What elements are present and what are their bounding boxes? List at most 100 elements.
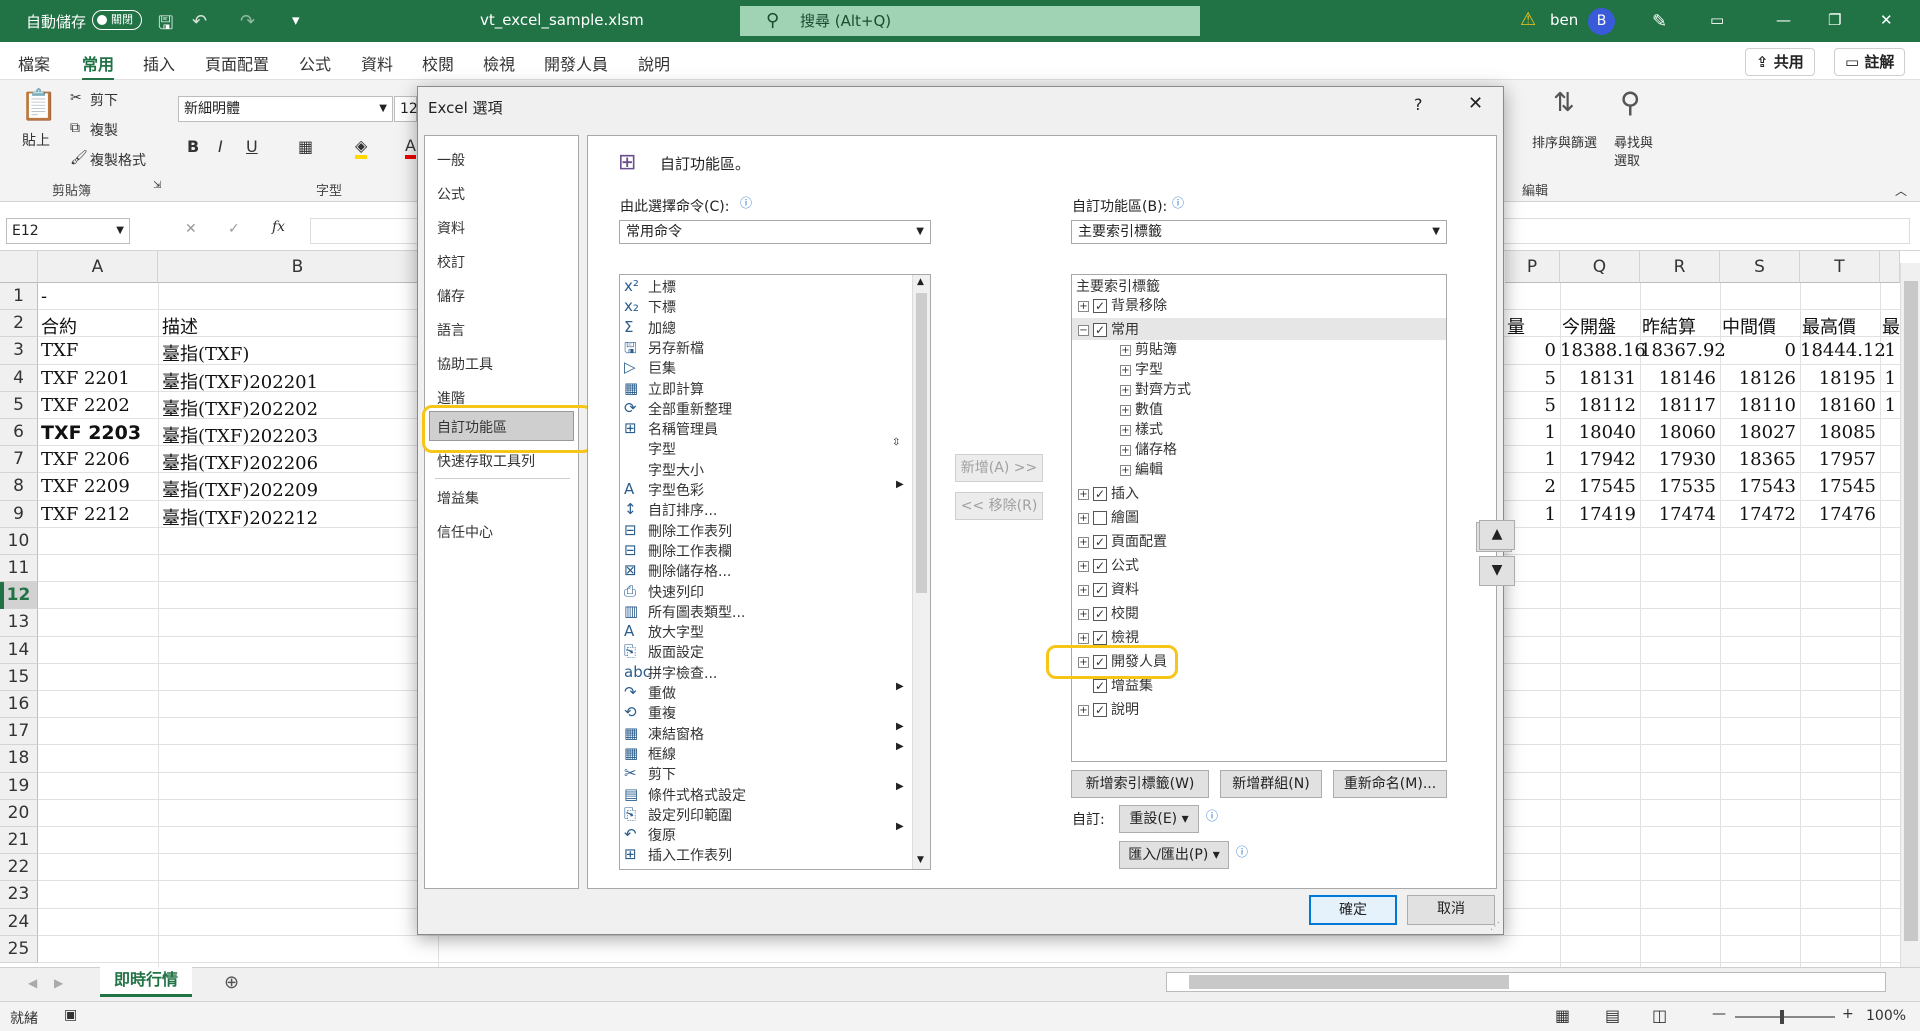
expand-icon[interactable]: + [1078, 704, 1089, 716]
fill-color-icon[interactable]: ◈ [355, 136, 368, 159]
row-header[interactable]: 22 [0, 854, 38, 882]
cell-value[interactable]: 18444.12 [1800, 340, 1886, 361]
tree-tab-item[interactable]: − ✓ 常用 [1078, 319, 1139, 339]
command-item[interactable]: 全部重新整理 [648, 399, 732, 419]
tab-file[interactable]: 檔案 [18, 51, 50, 75]
command-item[interactable]: 另存新檔 [648, 338, 704, 358]
expand-icon[interactable]: + [1078, 560, 1089, 572]
expand-icon[interactable]: + [1078, 536, 1089, 548]
row-header[interactable]: 23 [0, 881, 38, 909]
checkbox[interactable]: ✓ [1093, 631, 1107, 645]
cell-value[interactable]: 1 [1880, 340, 1896, 361]
select-all-corner[interactable] [0, 251, 38, 283]
cell-value[interactable]: 17476 [1800, 504, 1876, 525]
tree-tab-item[interactable]: + ✓ 檢視 [1078, 627, 1139, 647]
tree-group-item[interactable]: + 數值 [1120, 399, 1163, 419]
cell-value[interactable]: 17942 [1560, 449, 1636, 470]
cell-value[interactable]: 1 [1880, 368, 1896, 389]
cell-a[interactable]: TXF 2212 [41, 504, 130, 525]
remove-button[interactable]: << 移除(R) [955, 492, 1043, 520]
cell-value[interactable]: 18027 [1720, 422, 1796, 443]
checkbox[interactable]: ✓ [1093, 559, 1107, 573]
cell-value[interactable]: 18040 [1560, 422, 1636, 443]
cell-b[interactable]: 臺指(TXF)202209 [162, 476, 318, 502]
cell-b[interactable]: 臺指(TXF)202212 [162, 504, 318, 530]
expand-icon[interactable]: + [1078, 300, 1089, 312]
cell-b[interactable]: 臺指(TXF)202201 [162, 368, 318, 394]
insert-function-button[interactable]: fx [272, 219, 285, 235]
share-button[interactable]: ⇪ 共用 [1745, 48, 1815, 76]
row-header[interactable]: 7 [0, 446, 38, 474]
customize-ribbon-dropdown[interactable]: 主要索引標籤 ▼ [1071, 220, 1447, 244]
command-item[interactable]: 所有圖表類型... [648, 602, 745, 622]
add-sheet-icon[interactable]: ⊕ [224, 972, 239, 993]
cell-value[interactable]: 18160 [1800, 395, 1876, 416]
horizontal-scroll-thumb[interactable] [1189, 975, 1509, 989]
cell-value[interactable]: 5 [1505, 368, 1556, 389]
tree-tab-item[interactable]: + ✓ 說明 [1078, 699, 1139, 719]
cancel-entry-icon[interactable]: ✕ [185, 221, 197, 237]
command-item[interactable]: 字型色彩 [648, 480, 704, 500]
command-item[interactable]: 加總 [648, 318, 676, 338]
redo-icon[interactable]: ↷ [240, 11, 255, 32]
row-header[interactable]: 14 [0, 636, 38, 664]
tab-review[interactable]: 校閱 [422, 51, 454, 75]
column-header-p[interactable]: P [1505, 251, 1560, 283]
commands-scrollbar[interactable]: ▲ ▼ [912, 275, 930, 869]
checkbox[interactable] [1093, 511, 1107, 525]
command-item[interactable]: 刪除工作表欄 [648, 541, 732, 561]
choose-commands-dropdown[interactable]: 常用命令 ▼ [619, 220, 931, 244]
cell-b[interactable]: 臺指(TXF)202203 [162, 422, 318, 448]
cell-a[interactable]: 合約 [41, 313, 77, 339]
scroll-up-icon[interactable]: ▲ [917, 277, 924, 287]
command-item[interactable]: 刪除工作表列 [648, 521, 732, 541]
expand-icon[interactable]: + [1120, 424, 1131, 436]
cell-value[interactable]: 18365 [1720, 449, 1796, 470]
nav-formulas[interactable]: 公式 [437, 184, 465, 204]
cell-value[interactable]: 1 [1880, 395, 1896, 416]
bold-button[interactable]: B [187, 137, 199, 156]
cell-a[interactable]: TXF 2203 [41, 422, 141, 444]
command-item[interactable]: 刪除儲存格... [648, 561, 731, 581]
zoom-in-icon[interactable]: + [1842, 1006, 1854, 1022]
command-item[interactable]: 凍結窗格 [648, 724, 704, 744]
command-item[interactable]: 快速列印 [648, 582, 704, 602]
cell-value[interactable]: 17419 [1560, 504, 1636, 525]
font-size-box[interactable]: 12 [394, 96, 418, 122]
row-header[interactable]: 1 [0, 283, 38, 311]
ok-button[interactable]: 確定 [1309, 895, 1397, 925]
row-header[interactable]: 21 [0, 827, 38, 855]
nav-proofing[interactable]: 校訂 [437, 252, 465, 272]
cell-header[interactable]: 今開盤 [1562, 313, 1616, 339]
info-icon[interactable]: ⓘ [740, 194, 752, 211]
cell-header[interactable]: 量 [1507, 313, 1525, 339]
checkbox[interactable]: ✓ [1093, 323, 1107, 337]
paste-button[interactable]: 貼上 [22, 130, 50, 150]
cell-value[interactable]: 17472 [1720, 504, 1796, 525]
cell-a[interactable]: TXF 2206 [41, 449, 130, 470]
ribbon-display-icon[interactable]: ▭ [1710, 11, 1724, 29]
command-item[interactable]: 字型 [648, 439, 676, 459]
cell-value[interactable]: 17474 [1640, 504, 1716, 525]
row-header[interactable]: 4 [0, 364, 38, 392]
cell-header[interactable]: 昨結算 [1642, 313, 1696, 339]
column-header-q[interactable]: Q [1560, 251, 1640, 283]
tree-tab-item[interactable]: + ✓ 插入 [1078, 483, 1139, 503]
nav-add-ins[interactable]: 增益集 [437, 488, 479, 508]
row-header[interactable]: 25 [0, 935, 38, 963]
command-item[interactable]: 下標 [648, 297, 676, 317]
tab-home[interactable]: 常用 [82, 51, 115, 81]
cell-value[interactable]: 18085 [1800, 422, 1876, 443]
rename-button[interactable]: 重新命名(M)... [1333, 770, 1447, 798]
cell-header[interactable]: 中間價 [1722, 313, 1776, 339]
commands-scroll-thumb[interactable] [916, 293, 927, 593]
move-down-button[interactable]: ▼ [1479, 556, 1515, 586]
command-item[interactable]: 放大字型 [648, 622, 704, 642]
expand-icon[interactable]: + [1120, 344, 1131, 356]
checkbox[interactable]: ✓ [1093, 679, 1107, 693]
command-item[interactable]: 拼字檢查... [648, 663, 717, 683]
row-header[interactable]: 17 [0, 718, 38, 746]
tree-group-item[interactable]: + 字型 [1120, 359, 1163, 379]
cell-header[interactable]: 最高價 [1802, 313, 1856, 339]
zoom-out-icon[interactable]: — [1712, 1006, 1726, 1022]
